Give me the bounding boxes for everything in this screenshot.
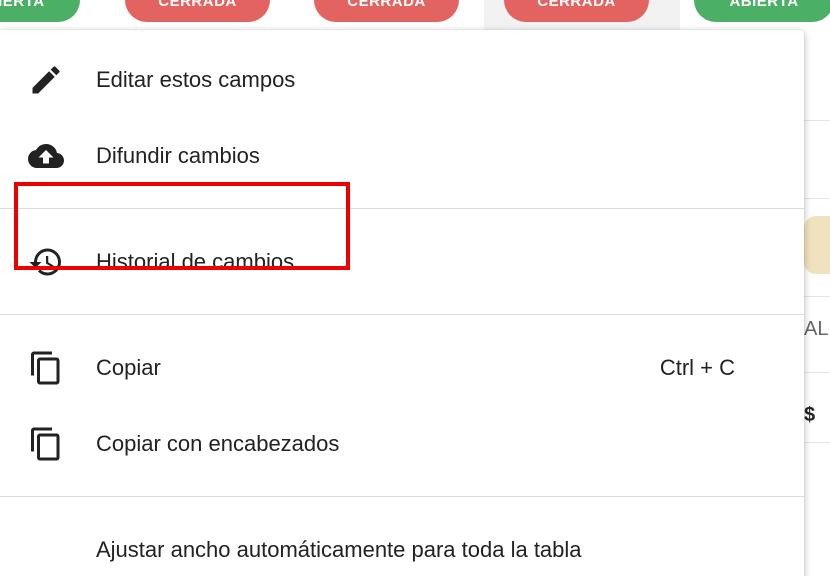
keyboard-shortcut: Ctrl + C [659,355,735,380]
status-badge-open: ABIERTA [694,0,830,22]
status-badge-closed: CERRADA [504,0,649,22]
context-menu: Editar estos campos Difundir cambios His… [0,30,804,576]
status-badge-pending [804,216,830,274]
menu-divider [0,314,804,315]
pencil-icon [28,62,64,98]
row-divider [804,198,830,199]
menu-item-label: Ajustar ancho automáticamente para toda … [96,537,582,562]
history-icon [28,244,64,280]
menu-item-label: Difundir cambios [96,143,260,168]
menu-item-label: Copiar [96,355,161,380]
menu-item-autofit-columns[interactable]: Ajustar ancho automáticamente para toda … [0,512,804,576]
status-badge-open: ABIERTA [0,0,80,22]
menu-item-broadcast-changes[interactable]: Difundir cambios [0,118,804,194]
column-header-partial: AL [804,318,829,340]
row-divider [804,120,830,121]
menu-item-label: Copiar con encabezados [96,431,340,456]
menu-item-label: Editar estos campos [96,67,296,92]
menu-divider [0,208,804,209]
row-divider [804,296,830,297]
currency-symbol: $ [804,404,816,426]
menu-item-change-history[interactable]: Historial de cambios [0,224,804,300]
cloud-upload-icon [28,138,64,174]
status-row-background: ABIERTA CERRADA CERRADA CERRADA ABIERTA [0,0,830,30]
row-divider [804,442,830,443]
table-background-edge: AL $ [804,30,830,576]
status-badge-closed: CERRADA [314,0,459,22]
screen: ABIERTA CERRADA CERRADA CERRADA ABIERTA … [0,0,830,576]
row-divider [804,372,830,373]
menu-item-edit-fields[interactable]: Editar estos campos [0,42,804,118]
copy-icon [28,426,64,462]
menu-item-copy-with-headers[interactable]: Copiar con encabezados [0,406,804,482]
menu-item-label: Historial de cambios [96,249,295,274]
menu-divider [0,496,804,497]
copy-icon [28,350,64,386]
menu-item-copy[interactable]: Copiar Ctrl + C [0,330,804,406]
status-badge-closed: CERRADA [125,0,270,22]
